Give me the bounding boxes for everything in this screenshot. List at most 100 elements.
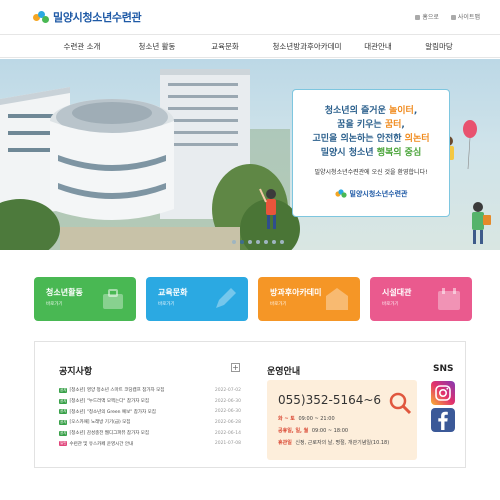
notice-badge: 일반 <box>59 441 68 447</box>
quick-menu-more: 바로가기 <box>382 302 399 307</box>
hero-banner[interactable]: 청소년의 즐거운 놀이터, 꿈을 키우는 꿈터, 고민을 의논하는 안전한 의논… <box>0 59 500 250</box>
calendar-icon <box>438 288 460 310</box>
hero-highlight-playground: 놀이터 <box>388 106 414 116</box>
notice-item[interactable]: 공지 [청소년] "청소년의 Green 예보" 참가자 모집 2022-06-… <box>59 406 241 417</box>
sitemap-icon <box>450 15 456 20</box>
notice-item-date: 2022-06-14 <box>214 430 241 436</box>
hero-line-3: 고민을 의논하는 안전한 의논터 <box>293 131 449 144</box>
notice-more-button[interactable]: + <box>231 363 240 372</box>
slide-dot-3[interactable] <box>248 240 252 244</box>
sns-title: SNS <box>433 364 454 374</box>
nav-item-about[interactable]: 수련관 소개 <box>64 41 101 52</box>
notice-badge: 공지 <box>59 430 68 436</box>
operation-box: 055)352-5164~6 화 ~ 토 09:00 ~ 21:00 공휴일, … <box>267 380 417 460</box>
logo-text: 밀양시청소년수련관 <box>53 11 142 24</box>
weekday-time: 09:00 ~ 21:00 <box>298 416 335 422</box>
notice-item-title: [청소년] "청소년의 Green 예보" 참가자 모집 <box>69 409 156 415</box>
utility-links: 홈으로 사이트맵 <box>415 12 480 21</box>
nav-item-notice[interactable]: 알림마당 <box>425 41 453 52</box>
hero-line-1-comma: , <box>413 106 418 116</box>
slide-indicators <box>232 240 284 244</box>
weekend-time: 09:00 ~ 18:00 <box>311 428 349 434</box>
nav-item-academy[interactable]: 청소년방과후아카데미 <box>273 41 342 52</box>
notice-item[interactable]: 공지 [청소년] "누드러액 모찍는다" 참가자 모집 2022-06-30 <box>59 396 241 407</box>
hero-message-card: 청소년의 즐거운 놀이터, 꿈을 키우는 꿈터, 고민을 의논하는 안전한 의논… <box>292 89 450 217</box>
notice-badge: 공지 <box>59 419 68 425</box>
quick-menu-more: 바로가기 <box>46 302 63 307</box>
hero-highlight-discuss: 의논터 <box>404 134 430 144</box>
hero-welcome-text: 밀양시청소년수련관에 오신 것을 환영합니다! <box>314 169 428 176</box>
instagram-icon[interactable] <box>431 381 455 405</box>
slide-dot-2[interactable] <box>240 240 244 244</box>
operation-title: 운영안내 <box>267 367 301 377</box>
notice-item[interactable]: 공지 [청소년] 감성충전 웹디그파뷰 참가자 모집 2022-06-14 <box>59 428 241 439</box>
hero-brand-text: 밀양시청소년수련관 <box>349 190 408 198</box>
hero-line-2-comma: , <box>401 120 405 130</box>
quick-menu-education[interactable]: 교육문화 바로가기 <box>146 277 248 321</box>
notice-badge: 공지 <box>59 387 68 393</box>
slide-dot-4[interactable] <box>256 240 260 244</box>
hero-highlight-dream: 꿈터 <box>384 120 402 130</box>
hero-line-3-text: 고민을 의논하는 안전한 <box>312 134 405 144</box>
notice-item[interactable]: 공지 [청소년] 영양 청소년 스마트 코딩캠프 참가자 모집 2022-07-… <box>59 385 241 396</box>
notice-item-title: 수련관 및 유스카페 운영시간 안내 <box>69 441 134 447</box>
instagram-glyph-icon <box>435 385 451 401</box>
notice-item-date: 2021-07-08 <box>214 441 241 447</box>
notice-item-date: 2022-06-30 <box>214 409 241 415</box>
main-nav: 수련관 소개 청소년 활동 교육문화 청소년방과후아카데미 대관안내 알림마당 <box>0 34 500 58</box>
quick-menu-activities[interactable]: 청소년활동 바로가기 <box>34 277 136 321</box>
notice-list: 공지 [청소년] 영양 청소년 스마트 코딩캠프 참가자 모집 2022-07-… <box>59 385 241 449</box>
slide-dot-7[interactable] <box>280 240 284 244</box>
logo-mark-icon <box>33 10 49 24</box>
hero-line-4-text: 밀양시 청소년 <box>320 148 377 158</box>
header: 밀양시청소년수련관 홈으로 사이트맵 <box>0 0 500 34</box>
quick-menu-title: 교육문화 <box>158 288 188 297</box>
quick-menu-title: 시설대관 <box>382 288 412 297</box>
hero-brand: 밀양시청소년수련관 <box>293 189 449 199</box>
notice-badge: 공지 <box>59 398 68 404</box>
home-link[interactable]: 홈으로 <box>415 12 439 21</box>
notice-item[interactable]: 일반 수련관 및 유스카페 운영시간 안내 2021-07-08 <box>59 438 241 449</box>
nav-item-rental[interactable]: 대관안내 <box>364 41 392 52</box>
slide-dot-5[interactable] <box>264 240 268 244</box>
facebook-icon[interactable] <box>431 408 455 432</box>
operation-closed: 휴관일 신정, 근로자의 날, 명절, 개관기념일(10.18) <box>278 439 389 446</box>
notice-item-title: [청소년] 감성충전 웹디그파뷰 참가자 모집 <box>69 431 150 437</box>
sitemap-link[interactable]: 사이트맵 <box>450 12 480 21</box>
sitemap-link-label: 사이트맵 <box>457 14 480 21</box>
hero-line-4: 밀양시 청소년 행복의 중심 <box>293 145 449 158</box>
notice-badge: 공지 <box>59 409 68 415</box>
quick-menu-more: 바로가기 <box>158 302 175 307</box>
notice-title: 공지사항 <box>59 367 93 377</box>
slide-dot-6[interactable] <box>272 240 276 244</box>
bag-icon <box>103 289 123 309</box>
pencil-icon <box>216 288 236 308</box>
slide-dot-1[interactable] <box>232 240 236 244</box>
hero-line-1-text: 청소년의 즐거운 <box>324 106 389 116</box>
hero-line-2-text: 꿈을 키우는 <box>337 120 385 130</box>
hero-highlight-happiness: 행복의 중심 <box>376 148 422 158</box>
school-icon <box>326 288 348 310</box>
nav-item-activities[interactable]: 청소년 활동 <box>139 41 176 52</box>
notice-item[interactable]: 공지 [오스카패] 노래방 기기(급) 모집 2022-06-28 <box>59 417 241 428</box>
notice-item-date: 2022-06-28 <box>214 419 241 425</box>
quick-menu-title: 청소년활동 <box>46 288 83 297</box>
notice-item-title: [청소년] 영양 청소년 스마트 코딩캠프 참가자 모집 <box>69 388 165 394</box>
home-link-label: 홈으로 <box>422 14 439 21</box>
operation-phone[interactable]: 055)352-5164~6 <box>278 393 381 407</box>
notice-item-date: 2022-06-30 <box>214 398 241 404</box>
notice-item-title: [청소년] "누드러액 모찍는다" 참가자 모집 <box>69 399 150 405</box>
quick-menu-title: 방과후아카데미 <box>270 288 322 297</box>
facebook-glyph-icon <box>438 411 448 430</box>
site-logo[interactable]: 밀양시청소년수련관 <box>33 9 142 25</box>
closed-text: 신정, 근로자의 날, 명절, 개관기념일(10.18) <box>295 440 390 446</box>
home-icon <box>415 15 421 20</box>
closed-label: 휴관일 <box>278 440 292 446</box>
quick-menu-academy[interactable]: 방과후아카데미 바로가기 <box>258 277 360 321</box>
nav-item-education[interactable]: 교육문화 <box>211 41 239 52</box>
brand-mark-icon <box>334 189 347 198</box>
hero-line-1: 청소년의 즐거운 놀이터, <box>293 103 449 116</box>
operation-weekday: 화 ~ 토 09:00 ~ 21:00 <box>278 415 335 422</box>
quick-menu-rental[interactable]: 시설대관 바로가기 <box>370 277 472 321</box>
weekday-label: 화 ~ 토 <box>278 416 295 422</box>
